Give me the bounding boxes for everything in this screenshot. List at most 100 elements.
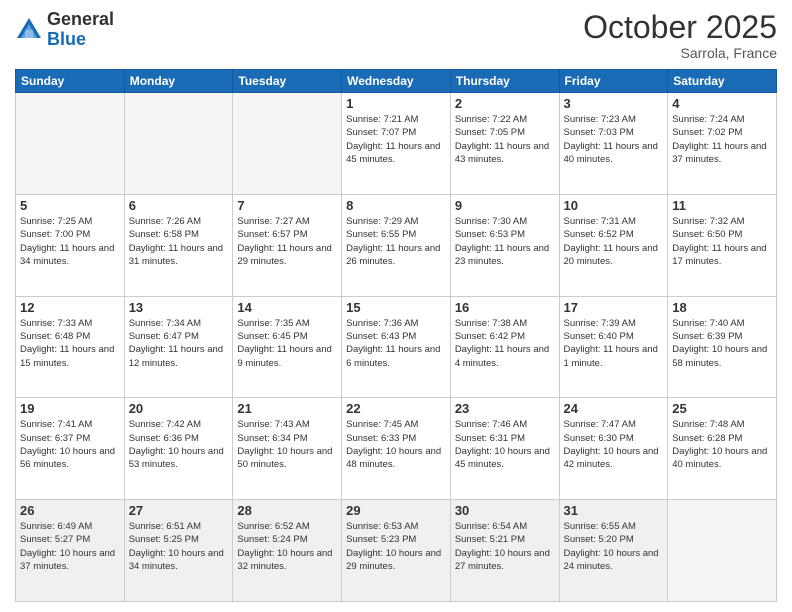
logo-blue-text: Blue	[47, 30, 114, 50]
calendar-cell: 3 Sunrise: 7:23 AM Sunset: 7:03 PM Daylig…	[559, 93, 668, 195]
calendar-cell: 31 Sunrise: 6:55 AM Sunset: 5:20 PM Dayli…	[559, 500, 668, 602]
calendar-week-3: 12Sunrise: 7:33 AM Sunset: 6:48 PM Dayli…	[16, 296, 777, 398]
col-monday: Monday	[124, 70, 233, 93]
day-number: 30	[455, 503, 555, 518]
calendar-cell: 5 Sunrise: 7:25 AM Sunset: 7:00 PM Daylig…	[16, 194, 125, 296]
col-wednesday: Wednesday	[342, 70, 451, 93]
calendar-header: Sunday Monday Tuesday Wednesday Thursday…	[16, 70, 777, 93]
calendar-week-5: 26 Sunrise: 6:49 AM Sunset: 5:27 PM Dayli…	[16, 500, 777, 602]
day-info: Sunrise: 7:43 AM Sunset: 6:34 PM Dayligh…	[237, 418, 337, 471]
calendar-cell: 1 Sunrise: 7:21 AM Sunset: 7:07 PM Daylig…	[342, 93, 451, 195]
calendar-cell	[16, 93, 125, 195]
day-number: 10	[564, 198, 664, 213]
day-number: 27	[129, 503, 229, 518]
day-info: Sunrise: 6:55 AM Sunset: 5:20 PM Dayligh…	[564, 520, 664, 573]
day-info: Sunrise: 7:24 AM Sunset: 7:02 PM Dayligh…	[672, 113, 772, 166]
day-info: Sunrise: 7:35 AM Sunset: 6:45 PM Dayligh…	[237, 317, 337, 370]
day-number: 23	[455, 401, 555, 416]
calendar-cell: 23 Sunrise: 7:46 AM Sunset: 6:31 PM Dayli…	[450, 398, 559, 500]
header: General Blue October 2025 Sarrola, Franc…	[15, 10, 777, 61]
day-number: 25	[672, 401, 772, 416]
day-info: Sunrise: 7:41 AM Sunset: 6:37 PM Dayligh…	[20, 418, 120, 471]
col-saturday: Saturday	[668, 70, 777, 93]
calendar-cell: 8 Sunrise: 7:29 AM Sunset: 6:55 PM Daylig…	[342, 194, 451, 296]
day-info: Sunrise: 7:27 AM Sunset: 6:57 PM Dayligh…	[237, 215, 337, 268]
calendar-cell: 15Sunrise: 7:36 AM Sunset: 6:43 PM Dayli…	[342, 296, 451, 398]
day-info: Sunrise: 6:52 AM Sunset: 5:24 PM Dayligh…	[237, 520, 337, 573]
day-info: Sunrise: 7:42 AM Sunset: 6:36 PM Dayligh…	[129, 418, 229, 471]
day-info: Sunrise: 6:54 AM Sunset: 5:21 PM Dayligh…	[455, 520, 555, 573]
day-number: 1	[346, 96, 446, 111]
header-row: Sunday Monday Tuesday Wednesday Thursday…	[16, 70, 777, 93]
logo-icon	[15, 16, 43, 44]
day-info: Sunrise: 7:21 AM Sunset: 7:07 PM Dayligh…	[346, 113, 446, 166]
day-info: Sunrise: 7:38 AM Sunset: 6:42 PM Dayligh…	[455, 317, 555, 370]
calendar-cell: 4 Sunrise: 7:24 AM Sunset: 7:02 PM Daylig…	[668, 93, 777, 195]
day-number: 8	[346, 198, 446, 213]
day-info: Sunrise: 7:26 AM Sunset: 6:58 PM Dayligh…	[129, 215, 229, 268]
calendar-cell	[668, 500, 777, 602]
calendar-cell: 9Sunrise: 7:30 AM Sunset: 6:53 PM Daylig…	[450, 194, 559, 296]
day-number: 4	[672, 96, 772, 111]
day-info: Sunrise: 7:48 AM Sunset: 6:28 PM Dayligh…	[672, 418, 772, 471]
calendar-cell: 11Sunrise: 7:32 AM Sunset: 6:50 PM Dayli…	[668, 194, 777, 296]
calendar-cell: 17Sunrise: 7:39 AM Sunset: 6:40 PM Dayli…	[559, 296, 668, 398]
day-info: Sunrise: 7:39 AM Sunset: 6:40 PM Dayligh…	[564, 317, 664, 370]
calendar-cell: 7Sunrise: 7:27 AM Sunset: 6:57 PM Daylig…	[233, 194, 342, 296]
day-number: 2	[455, 96, 555, 111]
logo: General Blue	[15, 10, 114, 50]
day-number: 28	[237, 503, 337, 518]
calendar-cell: 27 Sunrise: 6:51 AM Sunset: 5:25 PM Dayli…	[124, 500, 233, 602]
day-number: 14	[237, 300, 337, 315]
calendar-body: 1 Sunrise: 7:21 AM Sunset: 7:07 PM Daylig…	[16, 93, 777, 602]
col-tuesday: Tuesday	[233, 70, 342, 93]
day-number: 29	[346, 503, 446, 518]
day-info: Sunrise: 7:47 AM Sunset: 6:30 PM Dayligh…	[564, 418, 664, 471]
calendar-cell: 24 Sunrise: 7:47 AM Sunset: 6:30 PM Dayli…	[559, 398, 668, 500]
logo-text: General Blue	[47, 10, 114, 50]
month-title: October 2025	[583, 10, 777, 45]
day-info: Sunrise: 7:45 AM Sunset: 6:33 PM Dayligh…	[346, 418, 446, 471]
day-info: Sunrise: 7:40 AM Sunset: 6:39 PM Dayligh…	[672, 317, 772, 370]
calendar-cell: 16Sunrise: 7:38 AM Sunset: 6:42 PM Dayli…	[450, 296, 559, 398]
calendar-cell: 10Sunrise: 7:31 AM Sunset: 6:52 PM Dayli…	[559, 194, 668, 296]
calendar-week-4: 19 Sunrise: 7:41 AM Sunset: 6:37 PM Dayli…	[16, 398, 777, 500]
calendar-cell: 6 Sunrise: 7:26 AM Sunset: 6:58 PM Daylig…	[124, 194, 233, 296]
day-number: 3	[564, 96, 664, 111]
day-number: 31	[564, 503, 664, 518]
day-info: Sunrise: 7:29 AM Sunset: 6:55 PM Dayligh…	[346, 215, 446, 268]
calendar-cell: 26 Sunrise: 6:49 AM Sunset: 5:27 PM Dayli…	[16, 500, 125, 602]
day-number: 19	[20, 401, 120, 416]
day-info: Sunrise: 7:33 AM Sunset: 6:48 PM Dayligh…	[20, 317, 120, 370]
calendar-cell: 13Sunrise: 7:34 AM Sunset: 6:47 PM Dayli…	[124, 296, 233, 398]
day-info: Sunrise: 7:30 AM Sunset: 6:53 PM Dayligh…	[455, 215, 555, 268]
day-info: Sunrise: 7:23 AM Sunset: 7:03 PM Dayligh…	[564, 113, 664, 166]
calendar-cell: 25 Sunrise: 7:48 AM Sunset: 6:28 PM Dayli…	[668, 398, 777, 500]
calendar-cell: 30 Sunrise: 6:54 AM Sunset: 5:21 PM Dayli…	[450, 500, 559, 602]
day-number: 18	[672, 300, 772, 315]
day-number: 24	[564, 401, 664, 416]
day-number: 26	[20, 503, 120, 518]
calendar-cell: 12Sunrise: 7:33 AM Sunset: 6:48 PM Dayli…	[16, 296, 125, 398]
calendar-cell	[124, 93, 233, 195]
logo-general-text: General	[47, 10, 114, 30]
col-sunday: Sunday	[16, 70, 125, 93]
day-number: 22	[346, 401, 446, 416]
day-number: 11	[672, 198, 772, 213]
location-subtitle: Sarrola, France	[583, 45, 777, 61]
day-number: 20	[129, 401, 229, 416]
day-info: Sunrise: 6:49 AM Sunset: 5:27 PM Dayligh…	[20, 520, 120, 573]
day-number: 6	[129, 198, 229, 213]
page: General Blue October 2025 Sarrola, Franc…	[0, 0, 792, 612]
title-section: October 2025 Sarrola, France	[583, 10, 777, 61]
calendar-cell: 18 Sunrise: 7:40 AM Sunset: 6:39 PM Dayli…	[668, 296, 777, 398]
day-number: 21	[237, 401, 337, 416]
day-info: Sunrise: 7:46 AM Sunset: 6:31 PM Dayligh…	[455, 418, 555, 471]
day-number: 5	[20, 198, 120, 213]
day-info: Sunrise: 7:25 AM Sunset: 7:00 PM Dayligh…	[20, 215, 120, 268]
calendar: Sunday Monday Tuesday Wednesday Thursday…	[15, 69, 777, 602]
calendar-cell: 19 Sunrise: 7:41 AM Sunset: 6:37 PM Dayli…	[16, 398, 125, 500]
col-friday: Friday	[559, 70, 668, 93]
day-info: Sunrise: 6:51 AM Sunset: 5:25 PM Dayligh…	[129, 520, 229, 573]
day-number: 15	[346, 300, 446, 315]
